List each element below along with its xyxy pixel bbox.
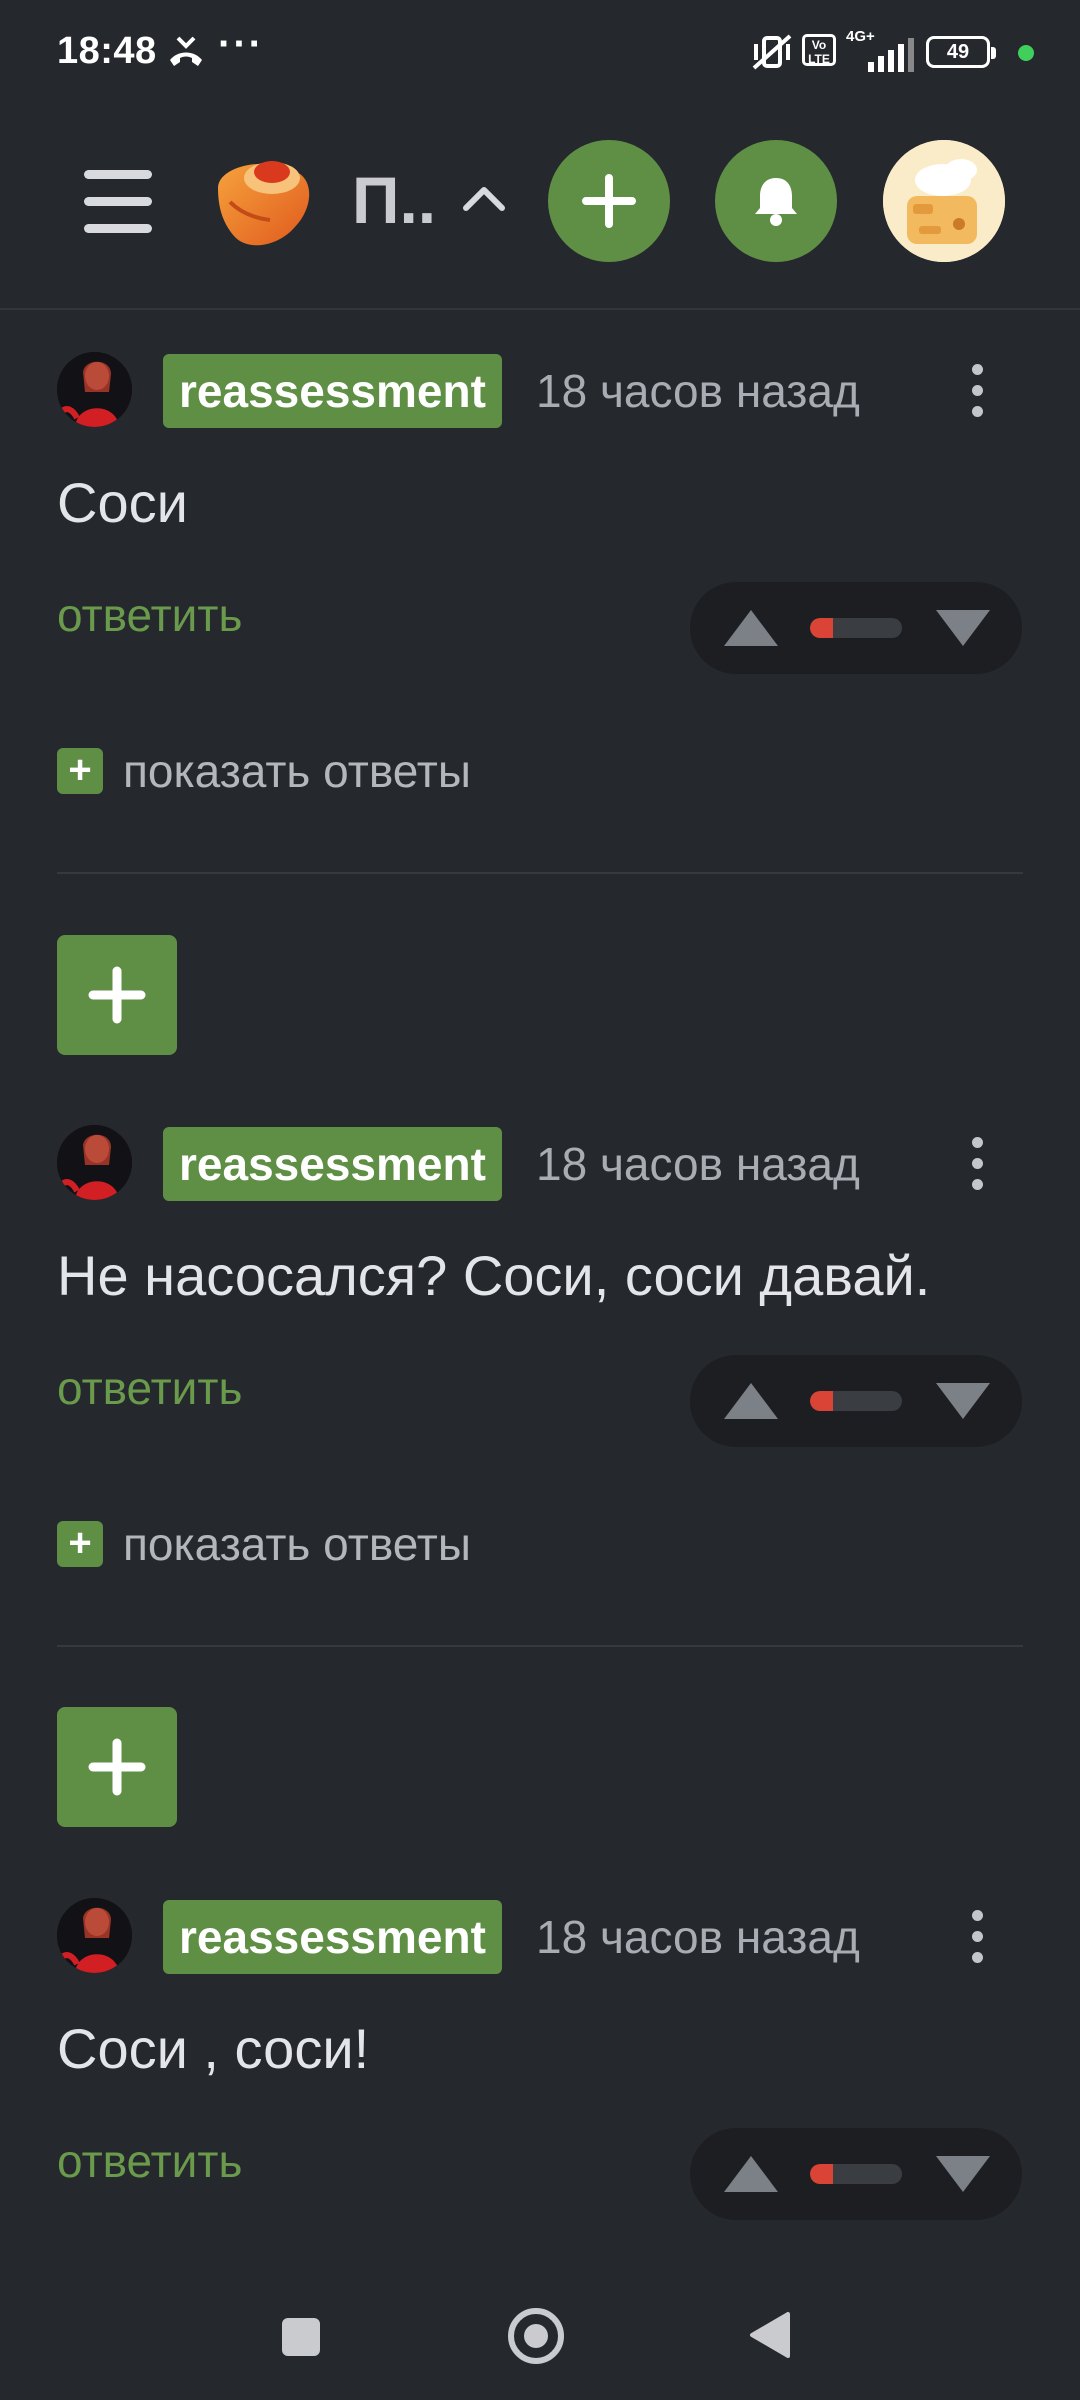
rating-bar bbox=[810, 1391, 902, 1411]
rating-bar bbox=[810, 2164, 902, 2184]
recents-button[interactable] bbox=[282, 2318, 320, 2356]
rating-bar-fill bbox=[810, 618, 833, 638]
comment-author-avatar[interactable] bbox=[57, 1898, 132, 1973]
rating-bar-fill bbox=[810, 1391, 833, 1411]
comment-timestamp: 18 часов назад bbox=[536, 365, 860, 417]
plus-icon bbox=[88, 966, 146, 1024]
system-nav-bar bbox=[0, 2270, 1080, 2400]
site-title[interactable]: П.. bbox=[352, 162, 436, 238]
downvote-icon[interactable] bbox=[936, 1383, 990, 1419]
comment-username[interactable]: reassessment bbox=[163, 354, 502, 428]
more-notifications-icon: ··· bbox=[218, 22, 264, 66]
signal-icon bbox=[868, 38, 916, 77]
app-header: П.. bbox=[0, 110, 1080, 310]
back-button[interactable] bbox=[748, 2310, 792, 2360]
vote-control bbox=[690, 2128, 1022, 2220]
comment-text: Не насосался? Соси, соси давай. bbox=[57, 1244, 931, 1307]
upvote-icon[interactable] bbox=[724, 610, 778, 646]
status-right-group: Vo LTE 4G+ 49 bbox=[750, 28, 1080, 78]
comment-author-avatar[interactable] bbox=[57, 1125, 132, 1200]
downvote-icon[interactable] bbox=[936, 610, 990, 646]
comment-timestamp: 18 часов назад bbox=[536, 1911, 860, 1963]
missed-call-icon bbox=[166, 36, 206, 77]
comment-text: Соси , соси! bbox=[57, 2017, 370, 2080]
show-replies-label: показать ответы bbox=[123, 745, 471, 797]
reply-link[interactable]: ответить bbox=[57, 1361, 242, 1415]
add-post-button[interactable] bbox=[548, 140, 670, 262]
comment-more-icon[interactable] bbox=[968, 354, 988, 428]
upvote-icon[interactable] bbox=[724, 2156, 778, 2192]
status-time: 18:48 bbox=[57, 30, 157, 72]
vote-control bbox=[690, 1355, 1022, 1447]
privacy-indicator-dot bbox=[1018, 45, 1034, 61]
volte-icon: Vo LTE bbox=[802, 34, 836, 66]
comment-more-icon[interactable] bbox=[968, 1900, 988, 1974]
add-comment-button[interactable] bbox=[57, 935, 177, 1055]
divider bbox=[57, 872, 1023, 874]
divider bbox=[57, 1645, 1023, 1647]
site-logo[interactable] bbox=[208, 148, 318, 258]
plus-icon bbox=[582, 174, 636, 228]
comment-username[interactable]: reassessment bbox=[163, 1900, 502, 1974]
menu-icon[interactable] bbox=[84, 170, 152, 234]
battery-icon: 49 bbox=[926, 36, 996, 68]
status-bar: 18:48 ··· Vo LTE 4G+ 49 bbox=[0, 0, 1080, 110]
chevron-up-icon[interactable] bbox=[462, 182, 506, 217]
add-comment-button[interactable] bbox=[57, 1707, 177, 1827]
notifications-button[interactable] bbox=[715, 140, 837, 262]
comment-more-icon[interactable] bbox=[968, 1127, 988, 1201]
reply-link[interactable]: ответить bbox=[57, 588, 242, 642]
plus-icon bbox=[88, 1738, 146, 1796]
bell-icon bbox=[755, 178, 797, 226]
home-button[interactable] bbox=[508, 2308, 564, 2364]
show-replies-label: показать ответы bbox=[123, 1518, 471, 1570]
upvote-icon[interactable] bbox=[724, 1383, 778, 1419]
rating-bar bbox=[810, 618, 902, 638]
comment-username[interactable]: reassessment bbox=[163, 1127, 502, 1201]
downvote-icon[interactable] bbox=[936, 2156, 990, 2192]
comment-timestamp: 18 часов назад bbox=[536, 1138, 860, 1190]
vote-control bbox=[690, 582, 1022, 674]
comment-text: Соси bbox=[57, 471, 188, 534]
expand-plus-icon: + bbox=[57, 1521, 103, 1567]
rating-bar-fill bbox=[810, 2164, 833, 2184]
expand-plus-icon: + bbox=[57, 748, 103, 794]
vibrate-off-icon bbox=[750, 32, 794, 77]
user-avatar[interactable] bbox=[883, 140, 1005, 262]
reply-link[interactable]: ответить bbox=[57, 2134, 242, 2188]
comment-author-avatar[interactable] bbox=[57, 352, 132, 427]
screen: 18:48 ··· Vo LTE 4G+ 49 П.. reassessment… bbox=[0, 0, 1080, 2400]
